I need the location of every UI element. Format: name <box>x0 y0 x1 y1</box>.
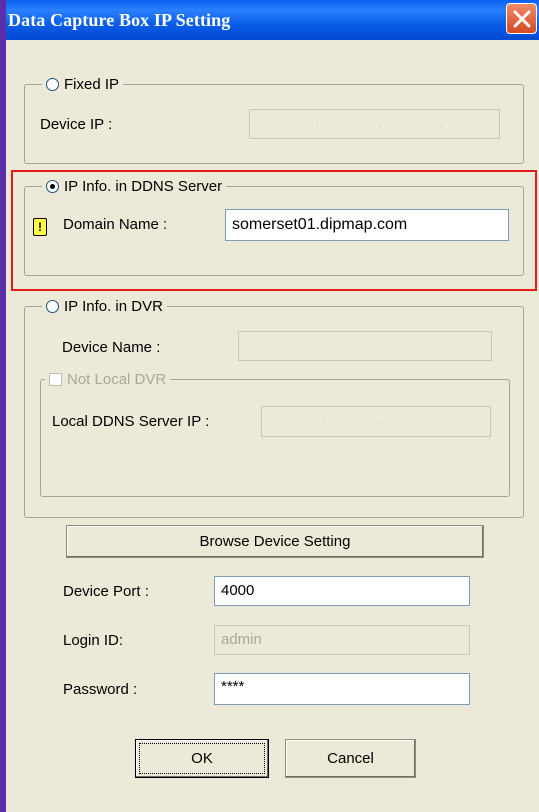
fixed-ip-radio[interactable]: Fixed IP <box>42 76 124 93</box>
window-left-edge <box>0 0 6 812</box>
ok-button[interactable]: OK <box>135 739 269 778</box>
password-input[interactable]: **** <box>214 673 470 705</box>
device-ip-field[interactable]: ... <box>249 109 500 139</box>
browse-device-setting-button[interactable]: Browse Device Setting <box>66 525 484 558</box>
device-name-input[interactable] <box>238 331 492 361</box>
device-name-label: Device Name : <box>62 339 161 356</box>
not-local-dvr-checkbox[interactable]: Not Local DVR <box>45 371 171 388</box>
local-ddns-label: Local DDNS Server IP : <box>52 413 210 430</box>
dvr-radio[interactable]: IP Info. in DVR <box>42 298 167 315</box>
dialog-window: Data Capture Box IP Setting Fixed IP Dev… <box>0 0 539 812</box>
not-local-dvr-group <box>40 379 510 497</box>
title-bar[interactable]: Data Capture Box IP Setting <box>0 0 539 40</box>
window-title: Data Capture Box IP Setting <box>8 10 231 30</box>
device-port-label: Device Port : <box>63 583 149 600</box>
focus-rectangle <box>139 743 265 774</box>
device-ip-label: Device IP : <box>40 116 113 133</box>
close-button[interactable] <box>506 3 537 34</box>
dvr-radio-button[interactable] <box>46 300 59 313</box>
highlight-box <box>11 170 537 291</box>
login-id-label: Login ID: <box>63 632 124 649</box>
fixed-ip-label: Fixed IP <box>64 76 120 93</box>
close-icon <box>513 10 531 28</box>
login-id-input[interactable]: admin <box>214 625 470 655</box>
fixed-ip-radio-button[interactable] <box>46 78 59 91</box>
not-local-dvr-label: Not Local DVR <box>67 371 167 388</box>
device-port-input[interactable]: 4000 <box>214 576 470 606</box>
dvr-label: IP Info. in DVR <box>64 298 163 315</box>
cancel-button[interactable]: Cancel <box>285 739 416 778</box>
password-label: Password : <box>63 681 138 698</box>
local-ddns-ip-field[interactable]: ... <box>261 406 491 437</box>
not-local-dvr-check[interactable] <box>49 373 62 386</box>
